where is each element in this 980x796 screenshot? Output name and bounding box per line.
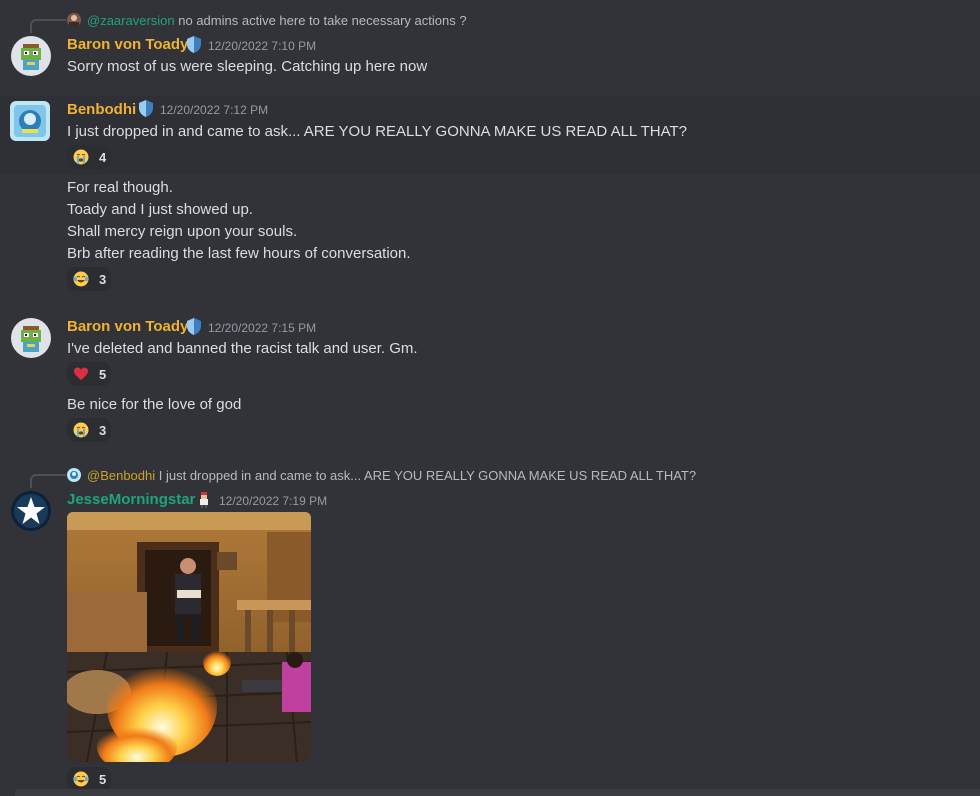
zaaraversion-avatar[interactable] (67, 13, 81, 27)
pixel-character-icon[interactable] (197, 492, 211, 508)
reaction-count: 5 (99, 366, 107, 382)
jesse-avatar[interactable] (11, 491, 51, 531)
reply-mention[interactable]: @zaaraversion (87, 13, 175, 28)
joy-emoji-icon (73, 771, 89, 787)
baron-avatar[interactable] (11, 318, 51, 358)
reaction-sob[interactable]: 3 (67, 418, 111, 442)
reaction-count: 3 (99, 271, 107, 287)
reply-preview[interactable]: @zaaraversion no admins active here to t… (87, 13, 467, 28)
reply-text: no admins active here to take necessary … (178, 13, 467, 28)
reaction-count: 3 (99, 422, 107, 438)
reply-preview[interactable]: @Benbodhi I just dropped in and came to … (87, 468, 696, 483)
shield-icon[interactable] (185, 317, 203, 336)
benbodhi-avatar[interactable] (8, 99, 52, 143)
timestamp[interactable]: 12/20/2022 7:10 PM (208, 39, 316, 53)
shield-icon[interactable] (185, 35, 203, 54)
message-text: Be nice for the love of god (67, 396, 242, 413)
message-text: I just dropped in and came to ask... ARE… (67, 123, 687, 140)
benbodhi-mini-avatar[interactable] (67, 468, 81, 482)
message-text: Toady and I just showed up. (67, 201, 253, 218)
message-text: Brb after reading the last few hours of … (67, 245, 411, 262)
reaction-count: 5 (99, 771, 107, 787)
shield-icon[interactable] (137, 99, 155, 118)
reply-mention[interactable]: @Benbodhi (87, 468, 155, 483)
message-text: Shall mercy reign upon your souls. (67, 223, 298, 240)
reaction-joy[interactable]: 5 (67, 767, 111, 791)
timestamp[interactable]: 12/20/2022 7:12 PM (160, 103, 268, 117)
reaction-count: 4 (99, 149, 107, 165)
reply-text: I just dropped in and came to ask... ARE… (158, 468, 697, 483)
reply-spine (30, 19, 66, 33)
author-name[interactable]: JesseMorningstar (67, 491, 195, 508)
reaction-joy[interactable]: 3 (67, 267, 111, 291)
timestamp[interactable]: 12/20/2022 7:15 PM (208, 321, 316, 335)
author-name[interactable]: Baron von Toady (67, 318, 188, 335)
reply-spine (30, 474, 66, 488)
author-name[interactable]: Benbodhi (67, 101, 136, 118)
baron-avatar[interactable] (11, 36, 51, 76)
joy-emoji-icon (73, 271, 89, 287)
reaction-heart[interactable]: 5 (67, 362, 111, 386)
author-name[interactable]: Baron von Toady (67, 36, 188, 53)
sob-emoji-icon (73, 422, 89, 438)
sob-emoji-icon (73, 149, 89, 165)
message-input-edge[interactable] (15, 789, 980, 796)
reaction-sob[interactable]: 4 (67, 145, 111, 169)
message-text: Sorry most of us were sleeping. Catching… (67, 58, 428, 75)
heart-emoji-icon (74, 367, 88, 380)
gif-attachment[interactable] (67, 512, 311, 762)
message-text: I've deleted and banned the racist talk … (67, 340, 418, 357)
message-text: For real though. (67, 179, 173, 196)
timestamp[interactable]: 12/20/2022 7:19 PM (219, 494, 327, 508)
